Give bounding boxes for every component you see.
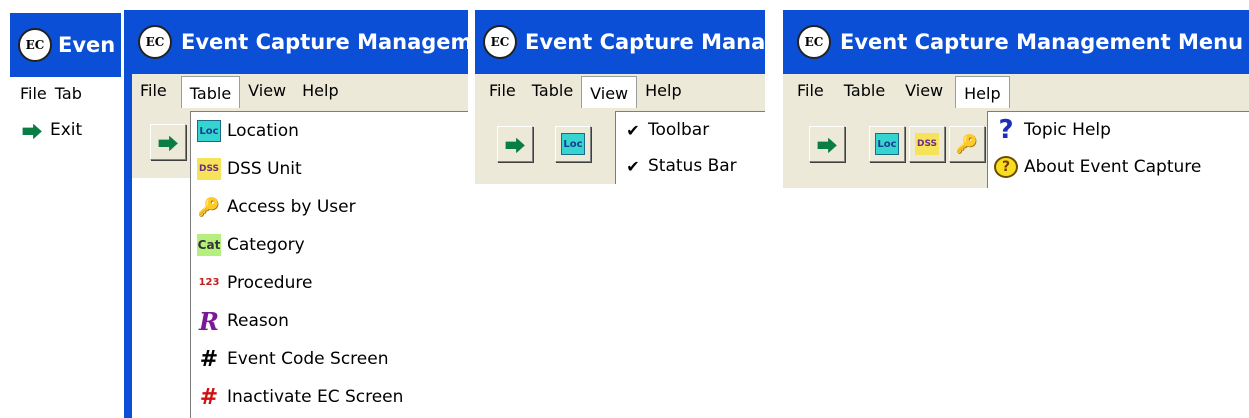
toolbar-dss-unit-button[interactable]: DSS <box>909 126 945 162</box>
menu-bar: File Table View Help <box>475 74 765 110</box>
event-code-grid-icon: # <box>199 346 219 372</box>
app-logo-icon: EC <box>138 25 172 59</box>
window-left-border <box>124 74 132 418</box>
toolbar-location-button[interactable]: Loc <box>869 126 905 162</box>
menu-item-label: Category <box>227 235 305 255</box>
category-icon: Cat <box>197 234 221 256</box>
window-title: Even <box>58 33 116 57</box>
menu-item-label: Event Code Screen <box>227 349 389 369</box>
procedure-icon: 123 <box>198 277 220 288</box>
window-panel-help-menu: EC Event Capture Management Menu File Ta… <box>783 10 1249 188</box>
menu-item-procedure[interactable]: 123 Procedure <box>191 264 468 302</box>
menu-help[interactable]: Help <box>955 76 1010 110</box>
menu-item-label: Reason <box>227 311 289 331</box>
help-dropdown: ? Topic Help ? About Event Capture <box>987 111 1249 188</box>
window-panel-file-menu: EC Even File Tab ⮕ Exit <box>10 13 121 150</box>
title-bar: EC Event Capture Mana <box>475 10 765 74</box>
menu-item-label: Access by User <box>227 197 356 217</box>
menu-item-label: DSS Unit <box>227 159 302 179</box>
table-dropdown: Loc Location DSS DSS Unit 🔑 Access by Us… <box>190 111 468 418</box>
menu-bar: File Table View Help <box>132 74 468 110</box>
view-dropdown: ✔ Toolbar ✔ Status Bar <box>615 111 765 184</box>
menu-table[interactable]: Table <box>524 76 581 106</box>
app-logo-icon: EC <box>797 25 831 59</box>
menu-item-label: Topic Help <box>1024 120 1111 140</box>
title-bar: EC Event Capture Management Menu <box>783 10 1249 74</box>
menu-item-inactivate-ec-screen[interactable]: # Inactivate EC Screen <box>191 378 468 416</box>
about-icon: ? <box>994 156 1018 178</box>
toolbar-exit-button[interactable]: ⮕ <box>497 126 533 162</box>
menu-item-access-by-user[interactable]: 🔑 Access by User <box>191 188 468 226</box>
location-icon: Loc <box>561 133 585 155</box>
menu-item-label: Exit <box>50 120 83 140</box>
access-by-user-icon: 🔑 <box>955 133 979 155</box>
title-bar: EC Even <box>10 13 121 77</box>
menu-file[interactable]: File <box>10 79 55 109</box>
menu-item-event-code-screen[interactable]: # Event Code Screen <box>191 340 468 378</box>
menu-item-label: Status Bar <box>648 156 737 176</box>
location-icon: Loc <box>197 120 221 142</box>
menu-file[interactable]: File <box>132 76 175 106</box>
menu-help[interactable]: Help <box>294 76 346 106</box>
toolbar-access-by-user-button[interactable]: 🔑 <box>949 126 985 162</box>
menu-file[interactable]: File <box>475 76 524 106</box>
menu-item-toolbar[interactable]: ✔ Toolbar <box>616 112 765 148</box>
menu-item-topic-help[interactable]: ? Topic Help <box>988 112 1249 148</box>
dss-unit-icon: DSS <box>197 158 221 180</box>
menu-item-label: Toolbar <box>648 120 710 140</box>
menu-item-reason[interactable]: R Reason <box>191 302 468 340</box>
menu-help[interactable]: Help <box>637 76 689 106</box>
menu-item-label: About Event Capture <box>1024 157 1202 177</box>
menu-item-about-event-capture[interactable]: ? About Event Capture <box>988 148 1249 186</box>
menu-item-label: Procedure <box>227 273 313 293</box>
checkmark-icon: ✔ <box>626 156 640 176</box>
menu-table[interactable]: Table <box>832 76 893 106</box>
menu-item-location[interactable]: Loc Location <box>191 112 468 150</box>
exit-icon: ⮕ <box>505 133 525 158</box>
toolbar-exit-button[interactable]: ⮕ <box>809 126 845 162</box>
menu-view[interactable]: View <box>240 76 294 106</box>
exit-icon: ⮕ <box>817 133 837 158</box>
toolbar-location-button[interactable]: Loc <box>555 126 591 162</box>
window-title: Event Capture Management Menu <box>840 30 1244 54</box>
file-dropdown: ⮕ Exit <box>10 111 121 150</box>
menu-item-category[interactable]: Cat Category <box>191 226 468 264</box>
help-question-icon: ? <box>998 115 1014 145</box>
checkmark-icon: ✔ <box>626 120 640 140</box>
exit-icon: ⮕ <box>22 119 42 144</box>
menu-view[interactable]: View <box>893 76 951 106</box>
window-title: Event Capture Managem <box>181 30 468 54</box>
window-title: Event Capture Mana <box>525 30 765 54</box>
inactivate-ec-icon: # <box>199 384 219 410</box>
exit-icon: ⮕ <box>158 131 178 156</box>
menu-table[interactable]: Tab <box>55 79 90 109</box>
menu-item-status-bar[interactable]: ✔ Status Bar <box>616 148 765 184</box>
window-panel-table-menu: EC Event Capture Managem File Table View… <box>124 10 468 418</box>
title-bar: EC Event Capture Managem <box>124 10 468 74</box>
menu-item-label: Inactivate EC Screen <box>227 387 404 407</box>
reason-icon: R <box>199 306 219 336</box>
toolbar-exit-button[interactable]: ⮕ <box>150 124 186 160</box>
menu-item-dss-unit[interactable]: DSS DSS Unit <box>191 150 468 188</box>
window-panel-view-menu: EC Event Capture Mana File Table View He… <box>475 10 765 184</box>
menu-bar: File Table View Help <box>783 74 1249 110</box>
menu-item-label: Location <box>227 121 299 141</box>
menu-item-exit[interactable]: ⮕ Exit <box>10 111 121 149</box>
menu-bar: File Tab <box>10 77 121 111</box>
app-logo-icon: EC <box>483 25 517 59</box>
menu-file[interactable]: File <box>783 76 832 106</box>
access-by-user-icon: 🔑 <box>197 196 221 218</box>
location-icon: Loc <box>875 133 899 155</box>
menu-table[interactable]: Table <box>180 76 241 110</box>
dss-unit-icon: DSS <box>915 133 939 155</box>
menu-view[interactable]: View <box>581 76 638 110</box>
app-logo-icon: EC <box>18 28 52 62</box>
